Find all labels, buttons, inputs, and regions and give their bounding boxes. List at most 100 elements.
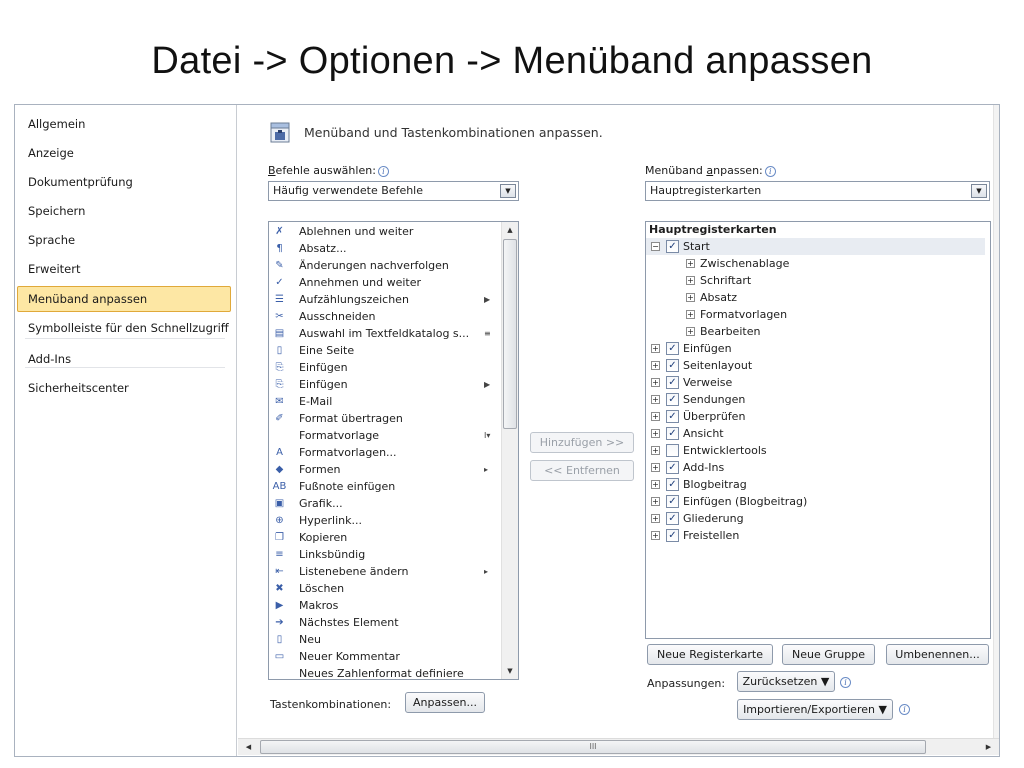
expand-icon[interactable]: + (686, 276, 695, 285)
scroll-down-icon[interactable]: ▼ (502, 663, 518, 679)
command-list-item[interactable]: ▤ Auswahl im Textfeldkatalog s... ≡ (269, 325, 501, 342)
ribbon-tree-item[interactable]: + ✓ Ansicht (646, 425, 985, 442)
expand-icon[interactable]: + (651, 395, 660, 404)
commands-list[interactable]: Neues Zahlenformat definiere ▭ Neuer Komme… (268, 221, 519, 680)
ribbon-tree-item[interactable]: + ✓ Einfügen (646, 340, 985, 357)
expand-icon[interactable]: + (651, 429, 660, 438)
command-list-item[interactable]: ☰ Aufzählungszeichen ▶ (269, 291, 501, 308)
ribbon-tree-item[interactable]: + ✓ Add-Ins (646, 459, 985, 476)
rename-button[interactable]: Umbenennen... (886, 644, 989, 665)
customize-shortcuts-button[interactable]: Anpassen... (405, 692, 485, 713)
command-list-item[interactable]: ¶ Absatz... (269, 240, 501, 257)
ribbon-tree-item[interactable]: + Formatvorlagen (646, 306, 985, 323)
commands-scrollbar[interactable]: ▲ ▼ (501, 222, 518, 679)
import-export-dropdown-button[interactable]: Importieren/Exportieren ▼ (737, 699, 893, 720)
ribbon-tree-item[interactable]: + ✓ Gliederung (646, 510, 985, 527)
choose-commands-select[interactable]: Häufig verwendete Befehle ▼ (268, 181, 519, 201)
nav-item-sprache[interactable]: Sprache (17, 227, 231, 253)
tab-checkbox[interactable]: ✓ (666, 478, 679, 491)
expand-icon[interactable]: + (651, 446, 660, 455)
ribbon-tree-item[interactable]: + Bearbeiten (646, 323, 985, 340)
nav-item-allgemein[interactable]: Allgemein (17, 111, 231, 137)
tab-checkbox[interactable]: ✓ (666, 359, 679, 372)
ribbon-tree-item[interactable]: + Zwischenablage (646, 255, 985, 272)
command-list-item[interactable]: AB Fußnote einfügen (269, 478, 501, 495)
new-group-button[interactable]: Neue Gruppe (782, 644, 875, 665)
ribbon-tabs-tree[interactable]: Hauptregisterkarten − ✓ Start + Zwischenabla… (645, 221, 991, 639)
expand-icon[interactable]: + (651, 463, 660, 472)
command-list-item[interactable]: ✐ Format übertragen (269, 410, 501, 427)
remove-button[interactable]: << Entfernen (530, 460, 634, 481)
expand-icon[interactable]: + (686, 327, 695, 336)
command-list-item[interactable]: Neues Zahlenformat definiere (269, 665, 501, 679)
tab-checkbox[interactable]: ✓ (666, 376, 679, 389)
nav-item-anzeige[interactable]: Anzeige (17, 140, 231, 166)
command-list-item[interactable]: ⇤ Listenebene ändern ▸ (269, 563, 501, 580)
ribbon-tree-item[interactable]: + ✓ Sendungen (646, 391, 985, 408)
command-list-item[interactable]: ⎘ Einfügen (269, 359, 501, 376)
command-list-item[interactable]: ▣ Grafik... (269, 495, 501, 512)
command-list-item[interactable]: ⎘ Einfügen ▶ (269, 376, 501, 393)
nav-item-dokumentpruefung[interactable]: Dokumentprüfung (17, 169, 231, 195)
ribbon-tree-item[interactable]: + ✓ Freistellen (646, 527, 985, 544)
ribbon-tree-item[interactable]: + Schriftart (646, 272, 985, 289)
expand-icon[interactable]: + (651, 378, 660, 387)
ribbon-tree-item[interactable]: + ✓ Seitenlayout (646, 357, 985, 374)
scroll-right-icon[interactable]: ▶ (980, 739, 997, 755)
ribbon-tree-item[interactable]: + ✓ Blogbeitrag (646, 476, 985, 493)
tab-checkbox[interactable]: ✓ (666, 393, 679, 406)
tab-checkbox[interactable]: ✓ (666, 410, 679, 423)
pane-horizontal-scrollbar[interactable]: ◀ III ▶ (238, 738, 999, 755)
scroll-thumb[interactable] (503, 239, 517, 429)
customize-ribbon-select[interactable]: Hauptregisterkarten ▼ (645, 181, 990, 201)
chevron-down-icon[interactable]: ▼ (500, 184, 516, 198)
expand-icon[interactable]: + (686, 259, 695, 268)
nav-item-add-ins[interactable]: Add-Ins (17, 346, 231, 372)
ribbon-tree-item[interactable]: + Entwicklertools (646, 442, 985, 459)
tab-checkbox[interactable]: ✓ (666, 427, 679, 440)
nav-item-sicherheitscenter[interactable]: Sicherheitscenter (17, 375, 231, 401)
command-list-item[interactable]: Formatvorlage I▾ (269, 427, 501, 444)
expand-icon[interactable]: + (651, 412, 660, 421)
ribbon-tree-item[interactable]: + ✓ Überprüfen (646, 408, 985, 425)
tab-checkbox[interactable]: ✓ (666, 461, 679, 474)
scroll-thumb[interactable]: III (260, 740, 926, 754)
tab-checkbox[interactable]: ✓ (666, 529, 679, 542)
tab-checkbox[interactable] (666, 444, 679, 457)
expand-icon[interactable]: + (651, 344, 660, 353)
command-list-item[interactable]: ✗ Ablehnen und weiter (269, 223, 501, 240)
command-list-item[interactable]: ✎ Änderungen nachverfolgen (269, 257, 501, 274)
nav-item-erweitert[interactable]: Erweitert (17, 256, 231, 282)
nav-item-speichern[interactable]: Speichern (17, 198, 231, 224)
tab-checkbox[interactable]: ✓ (666, 240, 679, 253)
reset-dropdown-button[interactable]: Zurücksetzen ▼ (737, 671, 835, 692)
collapse-icon[interactable]: − (651, 242, 660, 251)
command-list-item[interactable]: ▶ Makros (269, 597, 501, 614)
command-list-item[interactable]: ✖ Löschen (269, 580, 501, 597)
nav-item-menueband-anpassen[interactable]: Menüband anpassen (17, 286, 231, 312)
command-list-item[interactable]: ✂ Ausschneiden (269, 308, 501, 325)
command-list-item[interactable]: ▯ Neu (269, 631, 501, 648)
command-list-item[interactable]: ✓ Annehmen und weiter (269, 274, 501, 291)
expand-icon[interactable]: + (686, 293, 695, 302)
tab-checkbox[interactable]: ✓ (666, 342, 679, 355)
pane-vertical-scrollbar[interactable] (993, 105, 999, 738)
ribbon-tree-item[interactable]: + Absatz (646, 289, 985, 306)
command-list-item[interactable]: ➔ Nächstes Element (269, 614, 501, 631)
command-list-item[interactable]: ◆ Formen ▸ (269, 461, 501, 478)
add-button[interactable]: Hinzufügen >> (530, 432, 634, 453)
command-list-item[interactable]: ▭ Neuer Kommentar (269, 648, 501, 665)
expand-icon[interactable]: + (651, 480, 660, 489)
expand-icon[interactable]: + (651, 361, 660, 370)
expand-icon[interactable]: + (651, 497, 660, 506)
ribbon-tree-item[interactable]: + ✓ Verweise (646, 374, 985, 391)
chevron-down-icon[interactable]: ▼ (971, 184, 987, 198)
scroll-up-icon[interactable]: ▲ (502, 222, 518, 238)
expand-icon[interactable]: + (651, 514, 660, 523)
command-list-item[interactable]: ✉ E-Mail (269, 393, 501, 410)
ribbon-tree-item[interactable]: + ✓ Einfügen (Blogbeitrag) (646, 493, 985, 510)
ribbon-tree-item[interactable]: − ✓ Start (646, 238, 985, 255)
tab-checkbox[interactable]: ✓ (666, 495, 679, 508)
tab-checkbox[interactable]: ✓ (666, 512, 679, 525)
command-list-item[interactable]: ▯ Eine Seite (269, 342, 501, 359)
